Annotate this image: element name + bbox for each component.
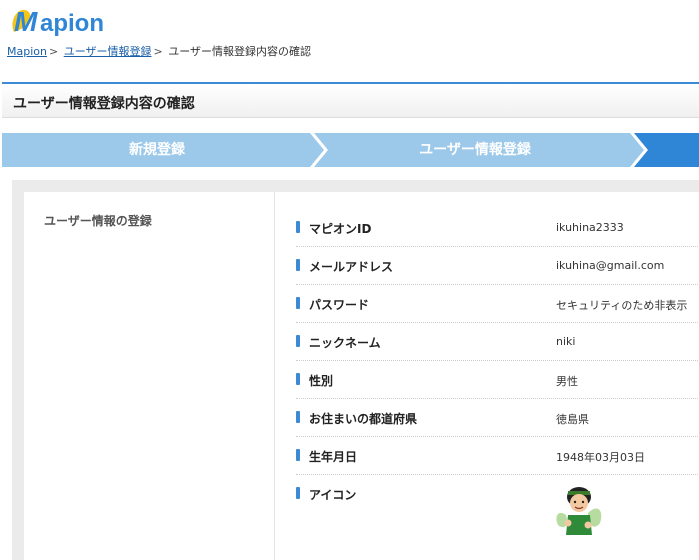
field-row-birthdate: 生年月日 1948年03月03日 — [296, 437, 699, 475]
chevron-right-icon: > — [48, 45, 59, 58]
breadcrumb-current: ユーザー情報登録内容の確認 — [168, 45, 311, 58]
page-title: ユーザー情報登録内容の確認 — [13, 96, 195, 112]
field-label: 生年月日 — [309, 450, 358, 464]
field-value: 徳島県 — [556, 413, 589, 426]
field-row-gender: 性別 男性 — [296, 361, 699, 399]
field-value: niki — [556, 335, 576, 348]
field-row-icon: アイコン — [296, 475, 699, 541]
step-new-registration: 新規登録 — [129, 142, 185, 158]
field-label: メールアドレス — [309, 260, 394, 274]
section-label: ユーザー情報の登録 — [44, 214, 152, 228]
column-divider — [274, 192, 275, 560]
field-value: ikuhina@gmail.com — [556, 259, 665, 272]
step-confirmation — [642, 133, 699, 167]
field-value: 1948年03月03日 — [556, 451, 645, 464]
cartoon-avatar-icon — [554, 483, 604, 535]
field-label: ニックネーム — [309, 336, 381, 350]
field-value: 男性 — [556, 375, 578, 388]
row-marker — [296, 411, 300, 423]
field-label: 性別 — [309, 374, 334, 388]
field-row-password: パスワード セキュリティのため非表示 — [296, 285, 699, 323]
field-list: マピオンID ikuhina2333 メールアドレス ikuhina@gmail… — [296, 209, 699, 541]
breadcrumb-link-mapion[interactable]: Mapion — [7, 45, 47, 58]
field-label: アイコン — [309, 488, 357, 502]
svg-text:apion: apion — [40, 10, 104, 37]
field-label: マピオンID — [309, 222, 372, 236]
field-row-mapion-id: マピオンID ikuhina2333 — [296, 209, 699, 247]
field-value: セキュリティのため非表示 — [556, 299, 688, 312]
row-marker — [296, 259, 300, 271]
row-marker — [296, 373, 300, 385]
row-marker — [296, 221, 300, 233]
chevron-right-icon: > — [153, 45, 163, 58]
row-marker — [296, 297, 300, 309]
confirmation-panel-inner: ユーザー情報の登録 マピオンID ikuhina2333 メールアドレス iku… — [24, 192, 699, 560]
breadcrumb-link-user-registration[interactable]: ユーザー情報登録 — [64, 45, 152, 58]
field-row-prefecture: お住まいの都道府県 徳島県 — [296, 399, 699, 437]
confirmation-panel: ユーザー情報の登録 マピオンID ikuhina2333 メールアドレス iku… — [12, 180, 699, 560]
step-user-info-registration: ユーザー情報登録 — [419, 142, 531, 158]
row-marker — [296, 487, 300, 499]
field-value: ikuhina2333 — [556, 221, 624, 234]
row-marker — [296, 335, 300, 347]
breadcrumb: Mapion > ユーザー情報登録 > ユーザー情報登録内容の確認 — [7, 43, 311, 59]
progress-steps: 新規登録 ユーザー情報登録 — [2, 133, 699, 167]
row-marker — [296, 449, 300, 461]
svg-text:M: M — [14, 6, 38, 37]
field-label: パスワード — [309, 298, 370, 312]
field-label: お住まいの都道府県 — [309, 412, 418, 426]
page-title-bar: ユーザー情報登録内容の確認 — [2, 82, 699, 118]
field-row-nickname: ニックネーム niki — [296, 323, 699, 361]
field-row-email: メールアドレス ikuhina@gmail.com — [296, 247, 699, 285]
mapion-logo[interactable]: M apion — [8, 4, 118, 40]
